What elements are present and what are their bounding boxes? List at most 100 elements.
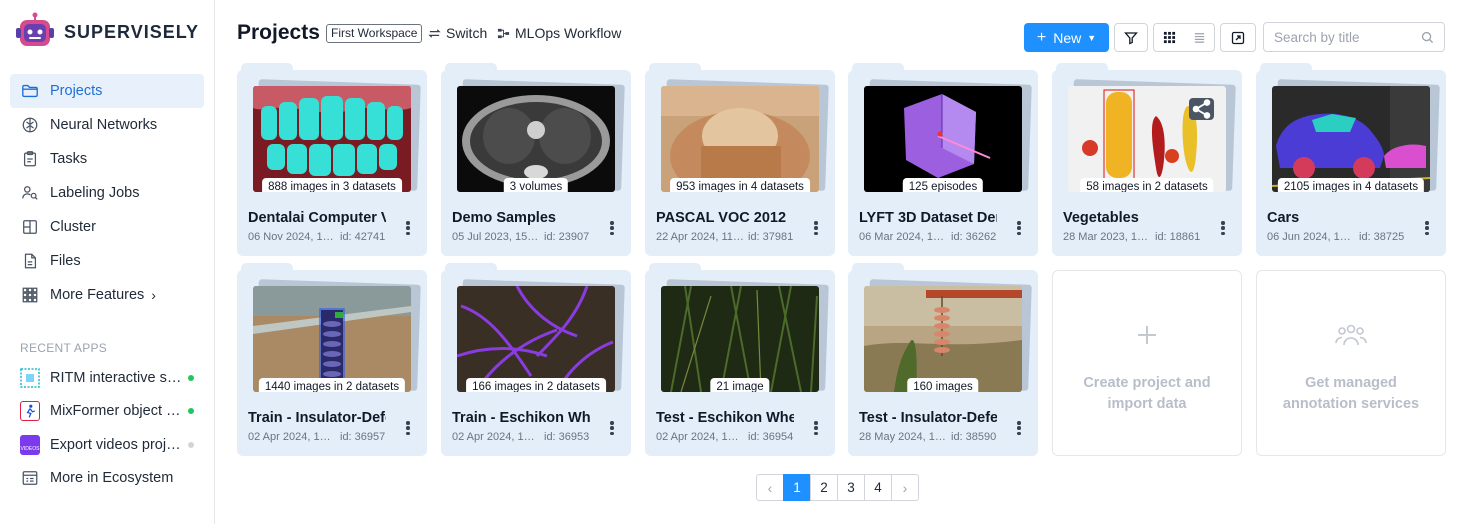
page-title: Projects <box>237 21 320 44</box>
page-button-3[interactable]: 3 <box>837 474 865 501</box>
project-thumbnail: 3 volumes <box>457 86 615 192</box>
status-dot <box>188 441 194 448</box>
expand-button[interactable] <box>1220 23 1256 52</box>
recent-apps-list: RITM interactive segmentation MixFormer … <box>10 361 204 495</box>
project-id: id: 37981 <box>748 231 794 243</box>
more-options-button[interactable] <box>810 419 822 437</box>
project-title: Train - Insulator-Defect <box>248 410 386 426</box>
search-input[interactable] <box>1264 23 1414 51</box>
project-card[interactable]: 21 image Test - Eschikon Wheat 02 Apr 20… <box>645 263 835 456</box>
next-page-button[interactable]: › <box>891 474 919 501</box>
app-root: SUPERVISELY Projects Neural Networks Tas… <box>0 0 1470 524</box>
nav-item-projects[interactable]: Projects <box>10 74 204 108</box>
card-tab <box>852 63 904 73</box>
recent-app-export-videos[interactable]: VIDEOS Export videos project <box>10 428 204 462</box>
card-tab <box>241 263 293 273</box>
page-button-2[interactable]: 2 <box>810 474 838 501</box>
nav-item-neural-networks[interactable]: Neural Networks <box>10 108 204 142</box>
prev-page-button[interactable]: ‹ <box>756 474 784 501</box>
card-tab <box>445 263 497 273</box>
more-options-button[interactable] <box>606 219 618 237</box>
project-id: id: 38590 <box>951 431 997 443</box>
more-options-button[interactable] <box>1013 419 1025 437</box>
project-card[interactable]: 953 images in 4 datasets PASCAL VOC 2012… <box>645 63 835 256</box>
filter-button[interactable] <box>1114 23 1148 52</box>
nav-item-files[interactable]: Files <box>10 244 204 278</box>
more-in-ecosystem-link[interactable]: More in Ecosystem <box>10 462 204 496</box>
project-card[interactable]: 3 volumes Demo Samples 05 Jul 2023, 15:4… <box>441 63 631 256</box>
list-view-icon <box>1194 33 1204 43</box>
workflow-icon <box>497 28 510 38</box>
grid-view-button[interactable] <box>1154 24 1184 51</box>
switch-label: Switch <box>446 25 488 41</box>
recent-app-label: MixFormer object tracking <box>50 403 182 420</box>
project-meta: 02 Apr 2024, 13:12 id: 36953 <box>452 431 589 443</box>
nav-item-more-features[interactable]: More Features › <box>10 278 204 312</box>
new-project-button[interactable]: + New ▼ <box>1024 23 1109 52</box>
project-meta: 22 Apr 2024, 11:05 id: 37981 <box>656 231 793 243</box>
more-options-button[interactable] <box>1421 219 1433 237</box>
project-thumbnail: 953 images in 4 datasets <box>661 86 819 192</box>
project-card[interactable]: 160 images Test - Insulator-Defect 28 Ma… <box>848 263 1038 456</box>
project-id: id: 38725 <box>1359 231 1405 243</box>
nav-item-labeling-jobs[interactable]: Labeling Jobs <box>10 176 204 210</box>
list-view-button[interactable] <box>1184 24 1214 51</box>
ecosystem-icon <box>20 468 40 488</box>
expand-icon <box>1231 31 1245 44</box>
project-thumbnail: 21 image <box>661 286 819 392</box>
project-date: 22 Apr 2024, 11:05 <box>656 231 744 243</box>
brand-logo[interactable]: SUPERVISELY <box>14 12 199 52</box>
project-meta: 28 May 2024, 10:40 id: 38590 <box>859 431 996 443</box>
nav-label: Labeling Jobs <box>50 185 140 201</box>
mixformer-app-icon <box>20 401 40 422</box>
project-title: LYFT 3D Dataset Demo <box>859 210 997 226</box>
project-title: Vegetables <box>1063 210 1139 226</box>
project-card[interactable]: 58 images in 2 datasets Vegetables 28 Ma… <box>1052 63 1242 256</box>
main-nav: Projects Neural Networks Tasks Labeling … <box>10 74 204 312</box>
switch-workspace-button[interactable]: Switch <box>428 25 487 41</box>
annotation-services-card[interactable]: Get managed annotation services <box>1256 270 1446 456</box>
share-icon <box>1192 99 1211 119</box>
app-icon-text: VIDEOS <box>20 445 40 452</box>
team-icon <box>1335 319 1367 351</box>
card-tab <box>1056 63 1108 73</box>
project-id: id: 42741 <box>340 231 386 243</box>
page-button-4[interactable]: 4 <box>864 474 892 501</box>
nav-label: Tasks <box>50 151 88 167</box>
nav-item-tasks[interactable]: Tasks <box>10 142 204 176</box>
project-card[interactable]: 1440 images in 2 datasets Train - Insula… <box>237 263 427 456</box>
more-options-button[interactable] <box>1013 219 1025 237</box>
project-card[interactable]: 2105 images in 4 datasets Cars 06 Jun 20… <box>1256 63 1446 256</box>
recent-app-ritm[interactable]: RITM interactive segmentation <box>10 361 204 395</box>
share-button[interactable] <box>1189 98 1214 120</box>
item-count-badge: 21 image <box>710 378 770 392</box>
item-count-badge: 1440 images in 2 datasets <box>258 378 406 392</box>
more-options-button[interactable] <box>1217 219 1229 237</box>
filter-icon <box>1124 31 1138 44</box>
project-card[interactable]: 125 episodes LYFT 3D Dataset Demo 06 Mar… <box>848 63 1038 256</box>
project-card[interactable]: 888 images in 3 datasets Dentalai Comput… <box>237 63 427 256</box>
grid-icon <box>20 285 40 305</box>
more-options-button[interactable] <box>606 419 618 437</box>
chevron-right-icon: › <box>151 287 156 303</box>
project-meta: 28 Mar 2023, 10:15 id: 18861 <box>1063 231 1200 243</box>
project-date: 02 Apr 2024, 13:11 <box>248 431 336 443</box>
project-thumbnail: 888 images in 3 datasets <box>253 86 411 192</box>
recent-app-mixformer[interactable]: MixFormer object tracking <box>10 395 204 429</box>
view-toggle <box>1153 23 1215 52</box>
workspace-badge[interactable]: First Workspace <box>326 24 423 43</box>
project-thumbnail: 58 images in 2 datasets <box>1068 86 1226 192</box>
more-options-button[interactable] <box>810 219 822 237</box>
nav-item-cluster[interactable]: Cluster <box>10 210 204 244</box>
project-title: Demo Samples <box>452 210 556 226</box>
mlops-workflow-button[interactable]: MLOps Workflow <box>497 25 621 41</box>
brain-icon <box>20 115 40 135</box>
search-icon <box>1421 31 1434 44</box>
more-options-button[interactable] <box>402 419 414 437</box>
page-button-1[interactable]: 1 <box>783 474 811 501</box>
switch-arrows-icon <box>428 28 441 38</box>
card-tab <box>445 63 497 73</box>
create-project-card[interactable]: Create project and import data <box>1052 270 1242 456</box>
project-card[interactable]: 166 images in 2 datasets Train - Eschiko… <box>441 263 631 456</box>
more-options-button[interactable] <box>402 219 414 237</box>
